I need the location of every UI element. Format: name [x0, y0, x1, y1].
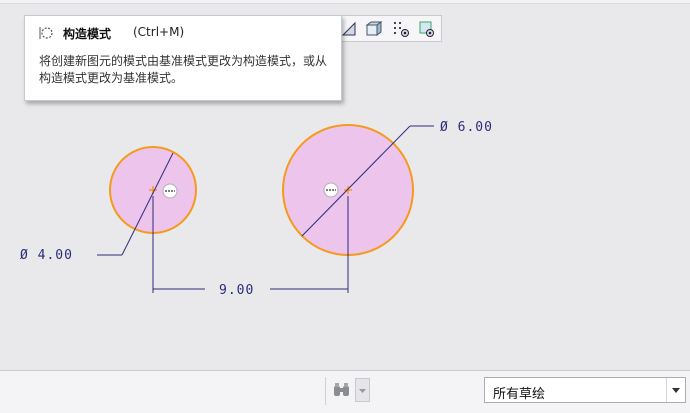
tooltip-description: 将创建新图元的模式由基准模式更改为构造模式，或从构造模式更改为基准模式。 — [39, 54, 328, 85]
chevron-down-icon[interactable] — [355, 378, 370, 402]
distance-label[interactable]: 9.00 — [219, 283, 254, 298]
small-diameter-label[interactable]: Ø 4.00 — [20, 248, 73, 263]
solid-display-icon[interactable] — [363, 19, 383, 39]
view-manager-icon[interactable] — [417, 19, 437, 39]
tooltip-shortcut: (Ctrl+M) — [133, 25, 185, 39]
constraint-marker-large[interactable] — [323, 182, 339, 198]
graphics-toolbar — [336, 15, 442, 42]
datum-points-icon[interactable] — [391, 19, 411, 39]
constraint-marker-small[interactable] — [162, 183, 178, 199]
dropdown-arrow-icon[interactable] — [666, 378, 685, 402]
selection-filter-value: 所有草绘 — [493, 387, 546, 402]
tooltip-title: 构造模式 — [63, 27, 112, 41]
selection-filter-dropdown[interactable]: 所有草绘 — [484, 377, 686, 403]
binoculars-icon[interactable] — [331, 378, 353, 402]
plane-display-icon[interactable] — [339, 19, 359, 39]
construction-mode-tooltip: 构造模式 (Ctrl+M) 将创建新图元的模式由基准模式更改为构造模式，或从构造… — [24, 15, 342, 101]
construction-mode-icon — [38, 25, 54, 41]
status-bar: 所有草绘 — [0, 370, 690, 413]
large-diameter-label[interactable]: Ø 6.00 — [440, 120, 493, 135]
status-bar-separator — [325, 377, 326, 405]
